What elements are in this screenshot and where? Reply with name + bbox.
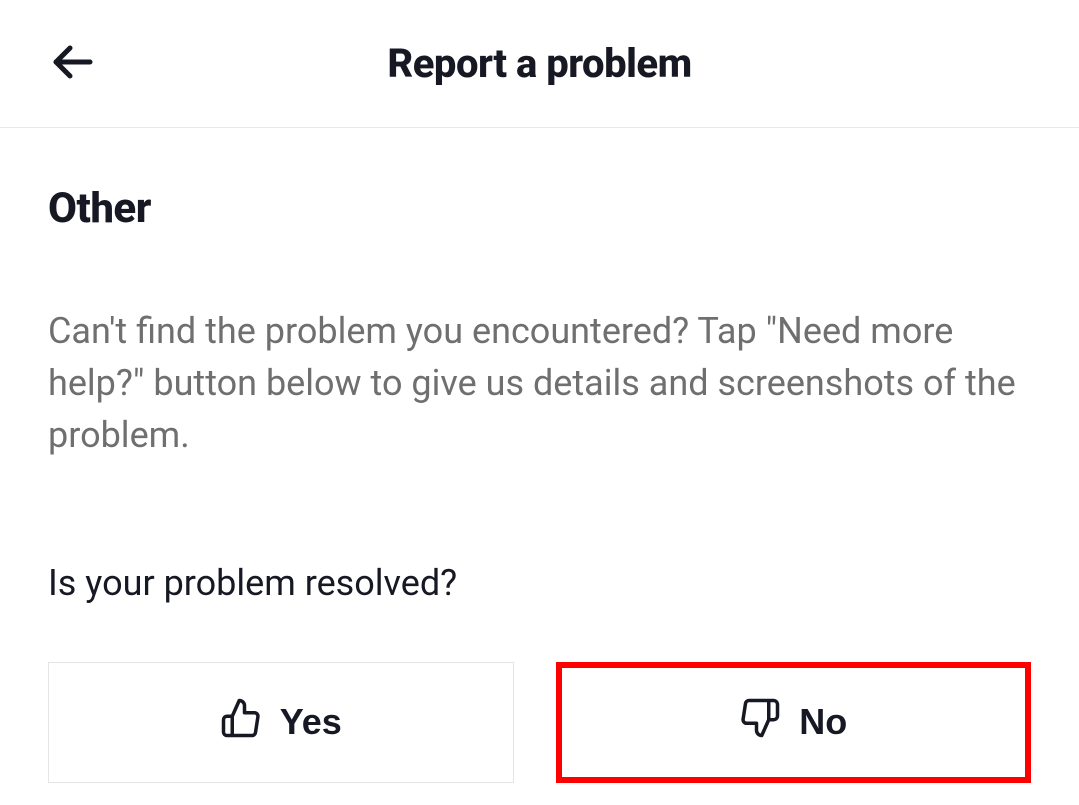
- no-button-label: No: [799, 701, 847, 743]
- yes-button[interactable]: Yes: [48, 662, 514, 783]
- no-button[interactable]: No: [556, 662, 1032, 783]
- thumbs-down-icon: [739, 697, 781, 748]
- thumbs-up-icon: [220, 697, 262, 748]
- arrow-left-icon: [48, 38, 96, 89]
- page-title: Report a problem: [48, 40, 1031, 87]
- main-content: Other Can't find the problem you encount…: [0, 128, 1079, 783]
- yes-button-label: Yes: [280, 701, 342, 743]
- section-heading: Other: [48, 184, 1031, 233]
- back-button[interactable]: [48, 38, 96, 89]
- description-text: Can't find the problem you encountered? …: [48, 305, 1031, 462]
- resolved-question: Is your problem resolved?: [48, 562, 1031, 604]
- page-header: Report a problem: [0, 0, 1079, 128]
- feedback-button-row: Yes No: [48, 662, 1031, 783]
